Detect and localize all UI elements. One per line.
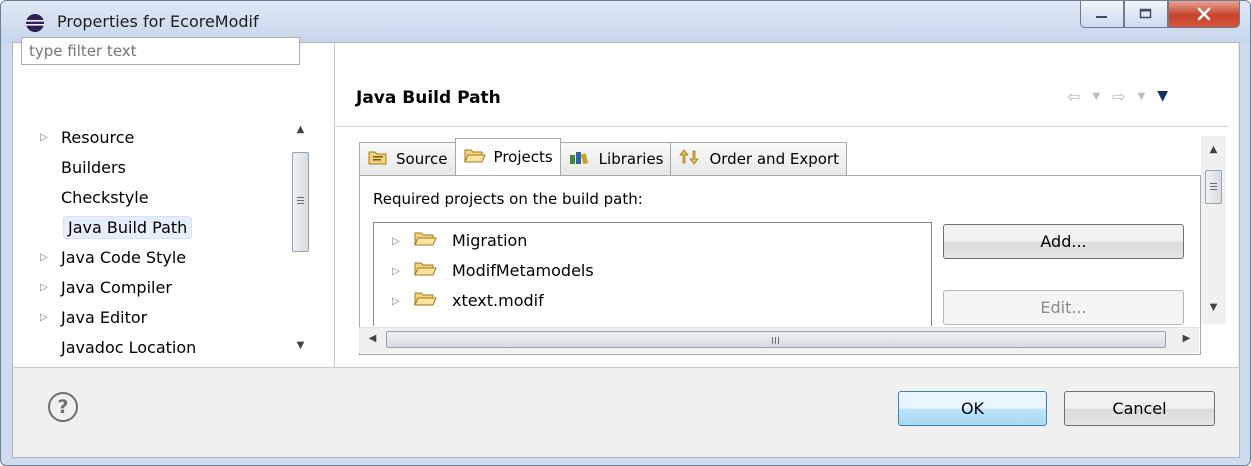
project-folder-icon xyxy=(414,230,438,250)
ok-button[interactable]: OK xyxy=(898,391,1047,426)
tree-item-builders[interactable]: Builders xyxy=(0,152,276,182)
project-folder-icon xyxy=(414,260,438,280)
tree-item-java-build-path[interactable]: Java Build Path xyxy=(0,212,276,242)
page-scrollbar[interactable]: ▲ ▼ xyxy=(1201,136,1226,324)
tree-item-java-compiler[interactable]: ▷ Java Compiler xyxy=(0,272,276,302)
project-name: xtext.modif xyxy=(452,291,544,310)
filter-input[interactable] xyxy=(21,37,300,65)
tree-item-label: Java Build Path xyxy=(63,216,193,239)
page-scrollbar-thumb[interactable] xyxy=(1205,170,1222,204)
tab-order-and-export[interactable]: Order and Export xyxy=(670,142,847,175)
list-item[interactable]: ▷ xtext.modif xyxy=(374,286,924,316)
view-menu-icon[interactable]: ▼ xyxy=(1157,88,1168,106)
tree-item-checkstyle[interactable]: Checkstyle xyxy=(0,182,276,212)
expand-arrow-icon[interactable]: ▷ xyxy=(392,236,400,247)
list-item[interactable]: ▷ Migration xyxy=(374,226,924,256)
tree-item-label: Java Compiler xyxy=(61,278,172,297)
close-button[interactable] xyxy=(1168,1,1240,28)
tree-item-resource[interactable]: ▷ Resource xyxy=(0,122,276,152)
tree-item-javadoc-location[interactable]: Javadoc Location xyxy=(0,332,276,362)
tree-item-java-code-style[interactable]: ▷ Java Code Style xyxy=(0,242,276,272)
minimize-button[interactable] xyxy=(1080,1,1124,28)
list-item[interactable]: ▷ ModifMetamodels xyxy=(374,256,924,286)
expand-arrow-icon[interactable]: ▷ xyxy=(40,282,48,293)
maximize-button[interactable] xyxy=(1124,1,1168,28)
projects-folder-icon xyxy=(463,147,486,167)
tree-item-label: Java Editor xyxy=(61,308,148,327)
scroll-down-icon[interactable]: ▼ xyxy=(292,340,309,351)
page-navigation: ⇦ ▼ ⇨ ▼ ▼ xyxy=(1067,87,1168,106)
expand-arrow-icon[interactable]: ▷ xyxy=(40,252,48,263)
tree-item-label: Resource xyxy=(61,128,135,147)
tab-libraries[interactable]: Libraries xyxy=(559,142,672,175)
cancel-button[interactable]: Cancel xyxy=(1064,391,1215,426)
expand-arrow-icon[interactable]: ▷ xyxy=(392,296,400,307)
button-bar-separator xyxy=(12,367,1240,368)
scroll-up-icon[interactable]: ▲ xyxy=(292,124,309,135)
tree-item-java-editor[interactable]: ▷ Java Editor xyxy=(0,302,276,332)
source-folder-icon xyxy=(368,149,388,169)
project-name: ModifMetamodels xyxy=(452,261,594,280)
expand-arrow-icon[interactable]: ▷ xyxy=(392,266,400,277)
libraries-icon xyxy=(569,149,591,169)
required-projects-label: Required projects on the build path: xyxy=(373,190,643,208)
horizontal-scrollbar-thumb[interactable] xyxy=(386,331,1166,348)
expand-arrow-icon[interactable]: ▷ xyxy=(40,312,48,323)
maximize-icon xyxy=(1139,8,1152,19)
add-button[interactable]: Add... xyxy=(943,224,1184,259)
eclipse-icon xyxy=(26,14,44,32)
header-separator xyxy=(334,126,1228,127)
forward-dropdown-icon[interactable]: ▼ xyxy=(1138,91,1146,106)
scroll-right-icon[interactable]: ▶ xyxy=(1178,333,1195,344)
minimize-icon xyxy=(1096,16,1107,18)
tab-label: Projects xyxy=(493,148,553,166)
tree-item-label: Java Code Style xyxy=(61,248,187,267)
scroll-up-icon[interactable]: ▲ xyxy=(1205,144,1222,155)
page-title: Java Build Path xyxy=(356,88,501,108)
tree-item-label: Checkstyle xyxy=(61,188,149,207)
help-icon[interactable]: ? xyxy=(48,392,78,422)
back-dropdown-icon[interactable]: ▼ xyxy=(1092,91,1100,106)
project-name: Migration xyxy=(452,231,528,250)
horizontal-scrollbar[interactable]: ◀ ▶ xyxy=(359,327,1199,353)
order-export-icon xyxy=(679,149,701,169)
projects-list[interactable]: ▷ Migration ▷ ModifMetamodels ▷ xtext.mo… xyxy=(373,222,932,326)
scroll-down-icon[interactable]: ▼ xyxy=(1205,302,1222,313)
tree-item-label: Javadoc Location xyxy=(61,338,197,357)
window-title: Properties for EcoreModif xyxy=(57,12,259,31)
tab-projects[interactable]: Projects xyxy=(454,138,561,175)
back-arrow-icon[interactable]: ⇦ xyxy=(1067,87,1080,106)
expand-arrow-icon[interactable]: ▷ xyxy=(40,132,48,143)
tree-scrollbar[interactable]: ▲ ▼ xyxy=(291,122,311,360)
build-path-tabs: Source Projects Libraries Order and Expo… xyxy=(359,138,847,175)
tree-item-label: Builders xyxy=(61,158,126,177)
tab-source[interactable]: Source xyxy=(359,142,456,175)
tab-label: Libraries xyxy=(598,150,664,168)
project-folder-icon xyxy=(414,290,438,310)
tab-label: Source xyxy=(396,150,448,168)
edit-button[interactable]: Edit... xyxy=(943,290,1184,325)
forward-arrow-icon[interactable]: ⇨ xyxy=(1112,87,1125,106)
tab-label: Order and Export xyxy=(709,150,839,168)
close-icon xyxy=(1197,7,1211,21)
tree-scrollbar-thumb[interactable] xyxy=(292,152,309,252)
scroll-left-icon[interactable]: ◀ xyxy=(364,333,381,344)
